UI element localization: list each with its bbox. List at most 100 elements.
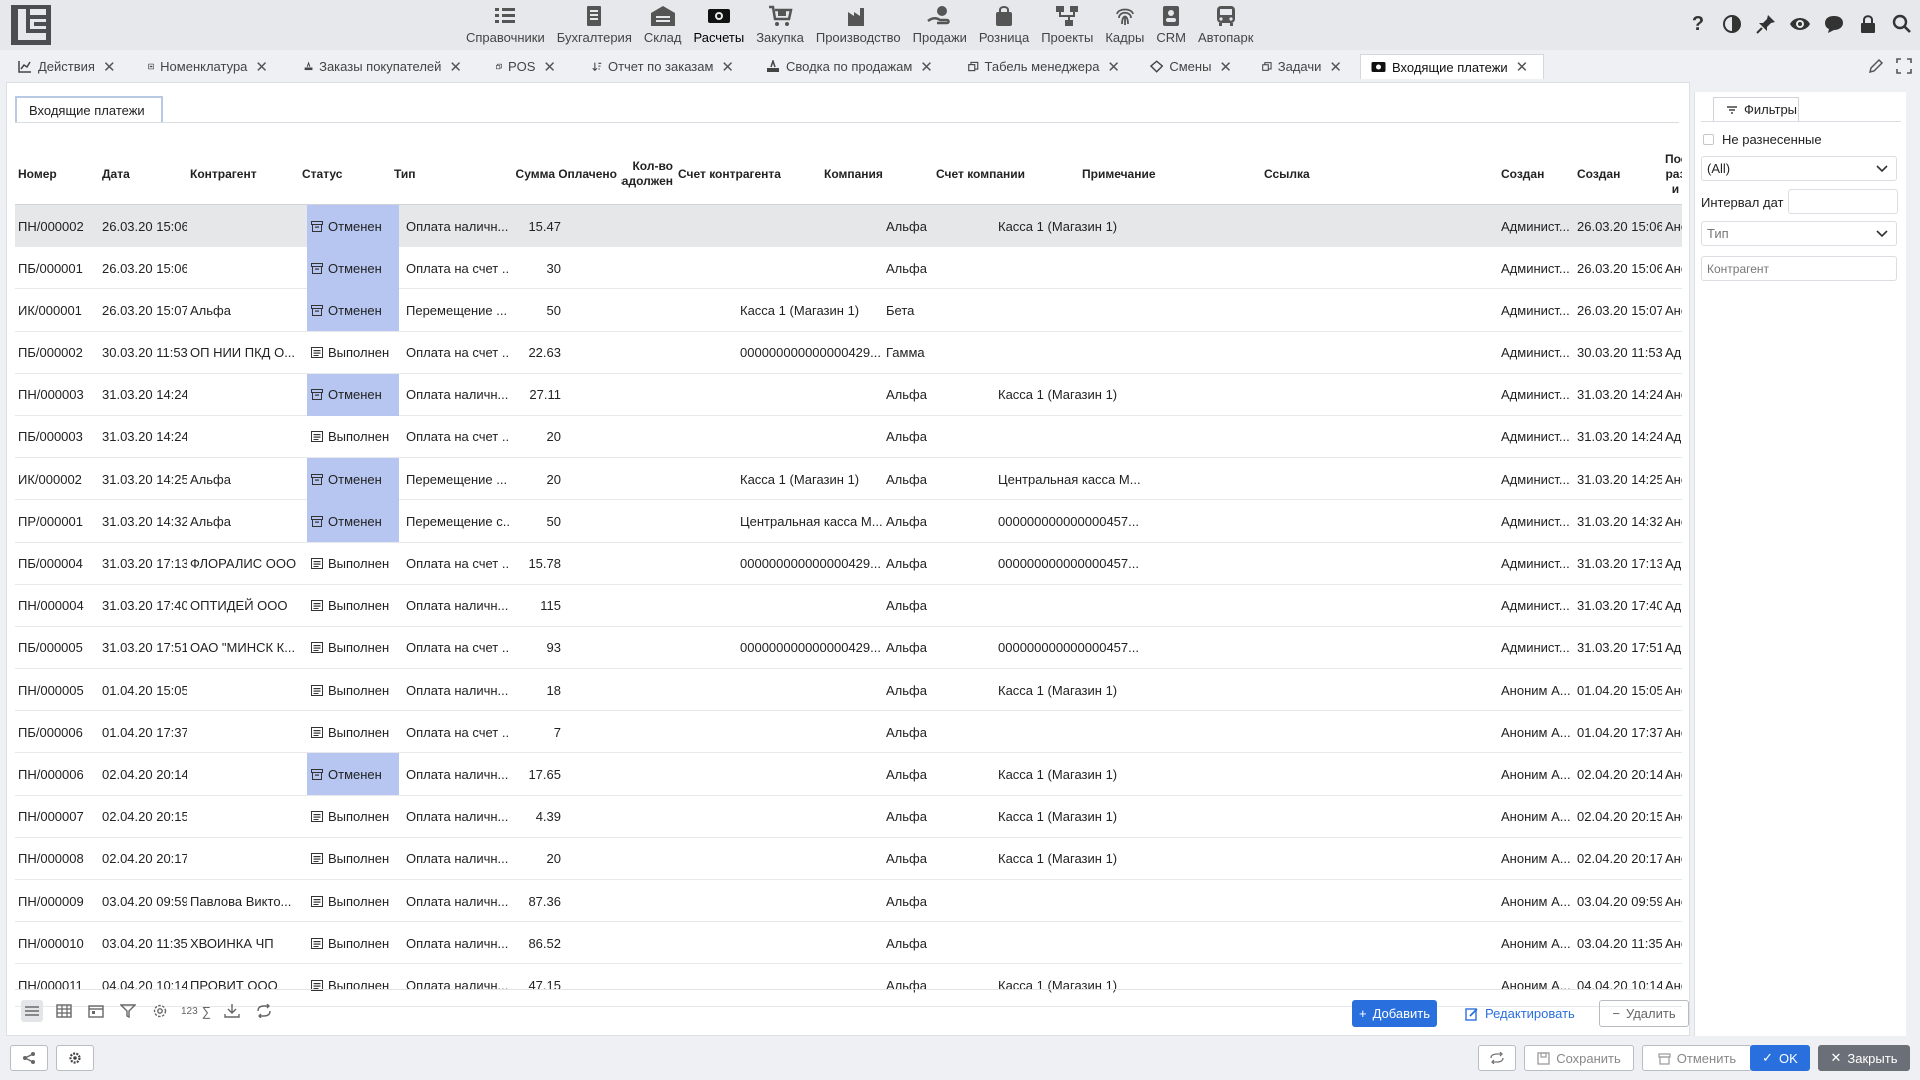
share-button[interactable] (10, 1045, 48, 1071)
col-header-status[interactable]: Статус (299, 143, 391, 205)
fullscreen-icon[interactable] (1896, 58, 1912, 74)
app-logo[interactable] (10, 4, 52, 46)
help-icon[interactable]: ? (1686, 12, 1710, 36)
pin-icon[interactable] (1754, 12, 1778, 36)
table-row[interactable]: ПН/000002 26.03.20 15:06 Отменен Оплата нал… (15, 205, 1682, 248)
module-fleet[interactable]: Автопарк (1192, 0, 1260, 50)
cancel-button[interactable]: Отменить (1642, 1045, 1752, 1071)
table-row[interactable]: ПН/000008 02.04.20 20:17 Выполнен Оплата на… (15, 838, 1682, 880)
grid-view-icon[interactable] (53, 1000, 75, 1022)
module-purchasing[interactable]: Закупка (750, 0, 810, 50)
close-icon[interactable]: ✕ (1516, 58, 1529, 76)
table-row[interactable]: ПР/000001 31.03.20 14:32 Альфа Отменен Перем… (15, 500, 1682, 543)
edit-pencil-icon[interactable] (1868, 58, 1884, 74)
module-production[interactable]: Производство (810, 0, 907, 50)
col-header-date[interactable]: Дата (99, 143, 187, 205)
search-icon[interactable] (1890, 12, 1914, 36)
ok-button[interactable]: ✓ OK (1750, 1045, 1810, 1071)
lock-icon[interactable] (1856, 12, 1880, 36)
col-header-counterparty-account[interactable]: Счет контрагента (675, 143, 821, 205)
table-row[interactable]: ПБ/000004 31.03.20 17:13 ФЛОРАЛИС ООО Выпол… (15, 543, 1682, 585)
gear-button[interactable] (56, 1045, 94, 1071)
calendar-view-icon[interactable] (85, 1000, 107, 1022)
close-icon[interactable]: ✕ (721, 58, 734, 76)
close-icon[interactable]: ✕ (1107, 58, 1120, 76)
tab-shifts[interactable]: Смены ✕ (1140, 54, 1232, 79)
col-header-number[interactable]: Номер (15, 143, 99, 205)
close-icon[interactable]: ✕ (543, 58, 556, 76)
tab-incoming-payments[interactable]: Входящие платежи ✕ (1360, 54, 1544, 79)
chat-icon[interactable] (1822, 12, 1846, 36)
save-button[interactable]: Сохранить (1524, 1045, 1634, 1071)
delete-button[interactable]: − Удалить (1599, 1000, 1689, 1027)
col-header-note[interactable]: Примечание (1079, 143, 1261, 205)
table-row[interactable]: ПН/000006 02.04.20 20:14 Отменен Оплата нал… (15, 753, 1682, 796)
counterparty-input[interactable]: Контрагент (1701, 256, 1897, 281)
download-icon[interactable] (221, 1000, 243, 1022)
table-row[interactable]: ИК/000001 26.03.20 15:07 Альфа Отменен Перем… (15, 289, 1682, 332)
col-header-created-at[interactable]: Создан (1574, 143, 1662, 205)
list-view-icon[interactable] (21, 1000, 43, 1022)
module-payments[interactable]: Расчеты (687, 0, 750, 50)
table-row[interactable]: ПН/000009 03.04.20 09:59 Павлова Викто... В… (15, 880, 1682, 923)
close-icon[interactable]: ✕ (103, 58, 116, 76)
module-projects[interactable]: Проекты (1035, 0, 1099, 50)
tab-actions[interactable]: Действия ✕ (8, 54, 116, 79)
table-row[interactable]: ПБ/000001 26.03.20 15:06 Отменен Оплата на … (15, 247, 1682, 290)
eye-icon[interactable] (1788, 12, 1812, 36)
tab-sales-summary[interactable]: Сводка по продажам ✕ (756, 54, 936, 79)
col-header-paid[interactable]: Оплачено (559, 143, 621, 205)
close-button[interactable]: ✕ Закрыть (1818, 1045, 1910, 1071)
module-crm[interactable]: CRM (1150, 0, 1192, 50)
close-icon[interactable]: ✕ (1219, 58, 1232, 76)
col-header-link[interactable]: Ссылка (1261, 143, 1441, 205)
subtab-incoming-payments[interactable]: Входящие платежи (15, 96, 163, 122)
theme-toggle-icon[interactable] (1720, 12, 1744, 36)
close-icon[interactable]: ✕ (920, 58, 933, 76)
module-sales[interactable]: Продажи (907, 0, 973, 50)
col-header-company-account[interactable]: Счет компании (933, 143, 1079, 205)
table-row[interactable]: ПБ/000003 31.03.20 14:24 Выполнен Оплата на… (15, 416, 1682, 459)
table-row[interactable]: ПБ/000006 01.04.20 17:37 Выполнен Оплата на… (15, 711, 1682, 754)
module-directories[interactable]: Справочники (460, 0, 551, 50)
not-distributed-checkbox[interactable]: Не разнесенные (1703, 132, 1822, 147)
table-row[interactable]: ПН/000010 03.04.20 11:35 ХВОИНКА ЧП Выполне… (15, 922, 1682, 965)
module-warehouse[interactable]: Склад (638, 0, 688, 50)
count-sum-toggle[interactable]: 123 ∑ (181, 1000, 211, 1022)
settings-icon[interactable] (149, 1000, 171, 1022)
add-button[interactable]: + Добавить (1352, 1000, 1437, 1027)
table-row[interactable]: ПН/000005 01.04.20 15:05 Выполнен Оплата на… (15, 669, 1682, 712)
table-row[interactable]: ПБ/000002 30.03.20 11:53 ОП НИИ ПКД О... Вы… (15, 332, 1682, 374)
close-icon[interactable]: ✕ (1329, 58, 1342, 76)
tab-manager-timesheet[interactable]: Табель менеджера ✕ (958, 54, 1120, 79)
module-hr[interactable]: Кадры (1099, 0, 1150, 50)
reload-button[interactable] (1478, 1045, 1516, 1071)
edit-button[interactable]: Редактировать (1465, 1000, 1575, 1027)
refresh-icon[interactable] (253, 1000, 275, 1022)
table-row[interactable]: ПН/000007 02.04.20 20:15 Выполнен Оплата на… (15, 796, 1682, 838)
col-header-sum[interactable]: Сумма (497, 143, 559, 205)
tab-orders-report[interactable]: Отчет по заказам ✕ (582, 54, 734, 79)
col-header-counterparty[interactable]: Контрагент (187, 143, 299, 205)
close-icon[interactable]: ✕ (449, 58, 462, 76)
tab-nomenclature[interactable]: Номенклатура ✕ (138, 54, 268, 79)
tab-customer-orders[interactable]: Заказы покупателей ✕ (294, 54, 462, 79)
col-header-created-by[interactable]: Создан (1498, 143, 1574, 205)
filters-tab[interactable]: Фильтры (1713, 97, 1799, 121)
status-select[interactable]: (All) (1701, 156, 1897, 181)
table-row[interactable]: ИК/000002 31.03.20 14:25 Альфа Отменен Перем… (15, 458, 1682, 501)
tab-pos[interactable]: POS ✕ (486, 54, 556, 79)
module-retail[interactable]: Розница (973, 0, 1035, 50)
checkbox-box[interactable] (1703, 134, 1714, 145)
col-header-last-modified[interactable]: Посл раз и (1662, 143, 1682, 205)
filter-icon[interactable] (117, 1000, 139, 1022)
type-select[interactable]: Тип (1701, 221, 1897, 246)
table-row[interactable]: ПН/000003 31.03.20 14:24 Отменен Оплата нал… (15, 373, 1682, 416)
tab-tasks[interactable]: Задачи ✕ (1252, 54, 1342, 79)
close-icon[interactable]: ✕ (255, 58, 268, 76)
table-row[interactable]: ПН/000004 31.03.20 17:40 ОПТИДЕЙ ООО Выполн… (15, 585, 1682, 627)
col-header-company[interactable]: Компания (821, 143, 933, 205)
table-row[interactable]: ПБ/000005 31.03.20 17:51 ОАО "МИНСК К... Вы… (15, 627, 1682, 670)
col-header-debt-count[interactable]: Кол-во задолжен (621, 143, 675, 205)
date-interval-input[interactable] (1788, 189, 1898, 214)
